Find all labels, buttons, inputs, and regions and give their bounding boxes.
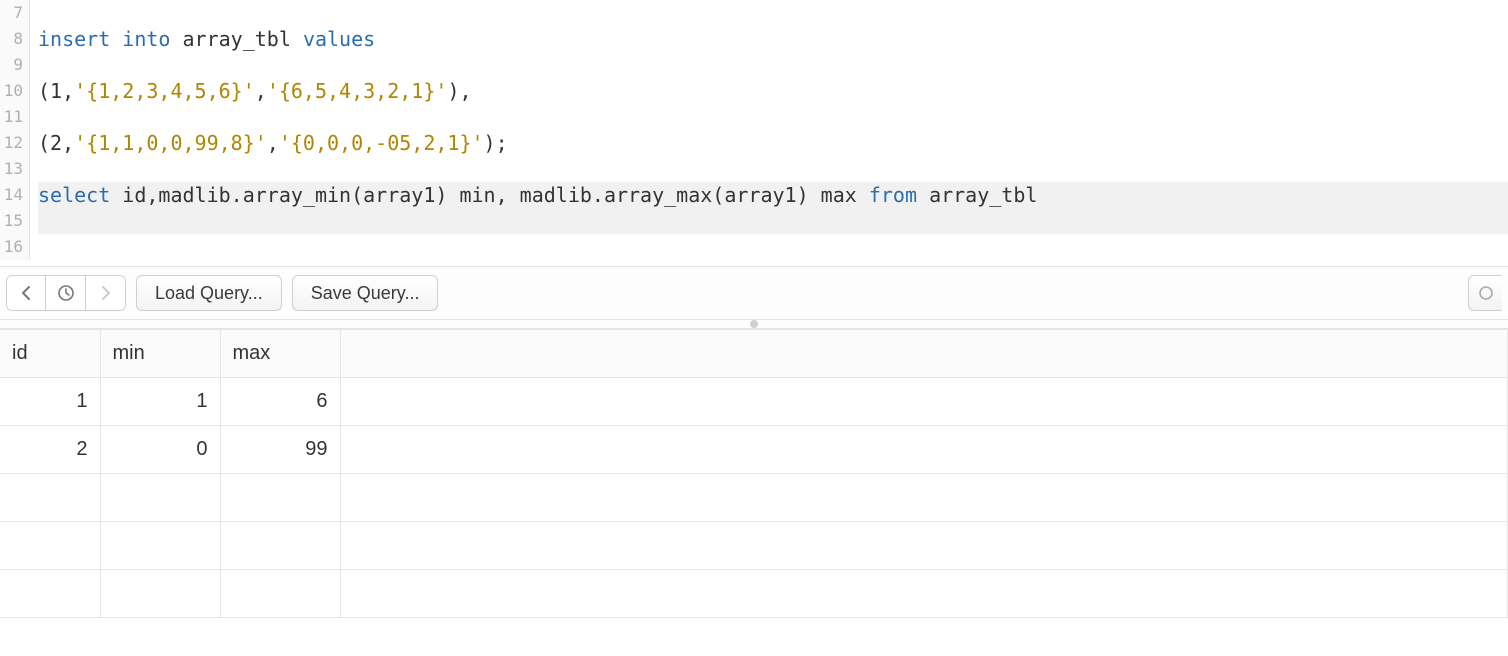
line-number: 16 bbox=[0, 234, 23, 260]
query-toolbar: Load Query... Save Query... bbox=[0, 266, 1508, 319]
cell-empty bbox=[340, 426, 1508, 474]
drag-dot-icon bbox=[750, 320, 758, 328]
cell-min[interactable]: 0 bbox=[100, 426, 220, 474]
results-header-min[interactable]: min bbox=[100, 330, 220, 378]
code-token: 2 bbox=[50, 131, 62, 155]
cell-empty bbox=[100, 522, 220, 570]
line-number: 14 bbox=[0, 182, 23, 208]
line-number: 12 bbox=[0, 130, 23, 156]
code-token: '{1,2,3,4,5,6}' bbox=[74, 79, 255, 103]
line-number: 11 bbox=[0, 104, 23, 130]
code-token: 1 bbox=[50, 79, 62, 103]
results-table[interactable]: id min max 1162099 bbox=[0, 329, 1508, 618]
cell-id[interactable]: 1 bbox=[0, 378, 100, 426]
code-line[interactable]: insert into array_tbl values bbox=[38, 26, 1508, 52]
results-header-empty bbox=[340, 330, 1508, 378]
code-token: from bbox=[869, 183, 929, 207]
code-line[interactable]: (1,'{1,2,3,4,5,6}','{6,5,4,3,2,1}'), bbox=[38, 78, 1508, 104]
code-token: , bbox=[267, 131, 279, 155]
line-number: 9 bbox=[0, 52, 23, 78]
cell-empty bbox=[0, 570, 100, 618]
cell-empty bbox=[220, 522, 340, 570]
cell-empty bbox=[100, 570, 220, 618]
results-header-id[interactable]: id bbox=[0, 330, 100, 378]
load-query-button[interactable]: Load Query... bbox=[136, 275, 282, 311]
code-token: into bbox=[122, 27, 182, 51]
results-header-row: id min max bbox=[0, 330, 1508, 378]
load-query-label: Load Query... bbox=[155, 283, 263, 304]
code-line[interactable] bbox=[38, 104, 1508, 130]
code-token: array_tbl bbox=[929, 183, 1037, 207]
code-token: '{6,5,4,3,2,1}' bbox=[267, 79, 448, 103]
sql-editor[interactable]: 78910111213141516 insert into array_tbl … bbox=[0, 0, 1508, 260]
save-query-label: Save Query... bbox=[311, 283, 420, 304]
cell-empty bbox=[340, 474, 1508, 522]
history-list-button[interactable] bbox=[46, 275, 86, 311]
code-token: id,madlib.array_min(array1) min, madlib.… bbox=[122, 183, 869, 207]
table-row-empty bbox=[0, 474, 1508, 522]
code-line[interactable] bbox=[38, 208, 1508, 234]
code-token: , bbox=[255, 79, 267, 103]
table-row-empty bbox=[0, 570, 1508, 618]
line-number-gutter: 78910111213141516 bbox=[0, 0, 30, 260]
code-token: , bbox=[62, 79, 74, 103]
code-token: '{1,1,0,0,99,8}' bbox=[74, 131, 267, 155]
history-nav bbox=[6, 275, 126, 311]
table-row[interactable]: 116 bbox=[0, 378, 1508, 426]
cell-empty bbox=[100, 474, 220, 522]
code-token: ), bbox=[447, 79, 471, 103]
cell-id[interactable]: 2 bbox=[0, 426, 100, 474]
table-row[interactable]: 2099 bbox=[0, 426, 1508, 474]
cell-empty bbox=[0, 522, 100, 570]
toolbar-right-button[interactable] bbox=[1468, 275, 1502, 311]
chevron-left-icon bbox=[20, 286, 32, 300]
line-number: 8 bbox=[0, 26, 23, 52]
cell-empty bbox=[220, 474, 340, 522]
save-query-button[interactable]: Save Query... bbox=[292, 275, 439, 311]
code-token: '{0,0,0,-05,2,1}' bbox=[279, 131, 484, 155]
cell-empty bbox=[340, 522, 1508, 570]
line-number: 13 bbox=[0, 156, 23, 182]
line-number: 15 bbox=[0, 208, 23, 234]
code-line[interactable] bbox=[38, 234, 1508, 260]
line-number: 10 bbox=[0, 78, 23, 104]
chevron-right-icon bbox=[100, 286, 112, 300]
code-line[interactable]: (2,'{1,1,0,0,99,8}','{0,0,0,-05,2,1}'); bbox=[38, 130, 1508, 156]
code-line[interactable]: select id,madlib.array_min(array1) min, … bbox=[38, 182, 1508, 208]
code-token: insert bbox=[38, 27, 122, 51]
splitter-handle[interactable] bbox=[0, 319, 1508, 329]
clock-icon bbox=[57, 284, 75, 302]
results-header-max[interactable]: max bbox=[220, 330, 340, 378]
code-token: ( bbox=[38, 79, 50, 103]
code-token: , bbox=[62, 131, 74, 155]
cell-max[interactable]: 99 bbox=[220, 426, 340, 474]
code-line[interactable] bbox=[38, 0, 1508, 26]
circle-icon bbox=[1478, 285, 1494, 301]
code-line[interactable] bbox=[38, 156, 1508, 182]
history-back-button[interactable] bbox=[6, 275, 46, 311]
code-token: array_tbl bbox=[183, 27, 303, 51]
code-token: ); bbox=[484, 131, 508, 155]
code-token: values bbox=[303, 27, 375, 51]
cell-max[interactable]: 6 bbox=[220, 378, 340, 426]
history-forward-button[interactable] bbox=[86, 275, 126, 311]
cell-empty bbox=[340, 570, 1508, 618]
cell-empty bbox=[0, 474, 100, 522]
table-row-empty bbox=[0, 522, 1508, 570]
cell-min[interactable]: 1 bbox=[100, 378, 220, 426]
code-token: select bbox=[38, 183, 122, 207]
code-line[interactable] bbox=[38, 52, 1508, 78]
line-number: 7 bbox=[0, 0, 23, 26]
code-token: ( bbox=[38, 131, 50, 155]
cell-empty bbox=[340, 378, 1508, 426]
cell-empty bbox=[220, 570, 340, 618]
code-area[interactable]: insert into array_tbl values (1,'{1,2,3,… bbox=[30, 0, 1508, 260]
